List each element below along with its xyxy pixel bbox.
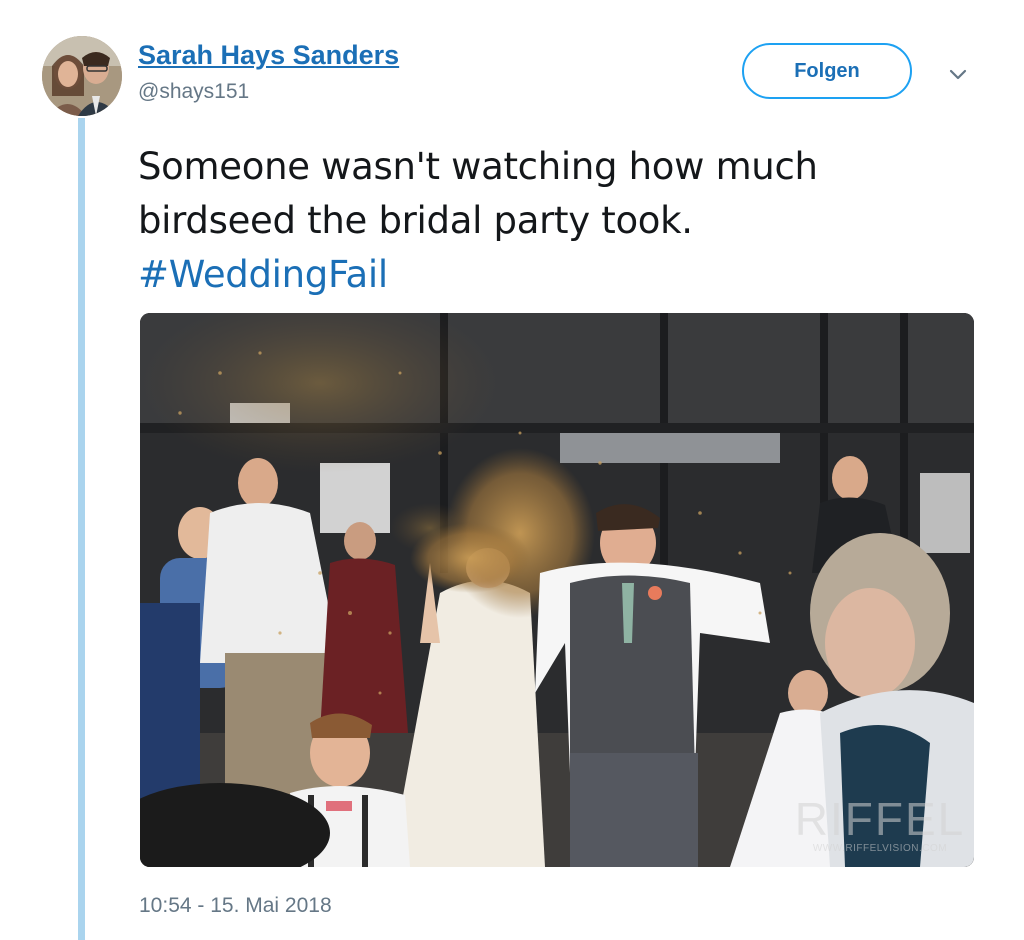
watermark-url: WWW.RIFFELVISION.COM [812,843,948,854]
watermark-logo-text: RIFFEL [794,793,966,845]
author-handle: @shays151 [138,80,250,103]
avatar[interactable] [42,36,122,116]
conversation-thread-line [78,118,85,940]
follow-button[interactable]: Folgen [742,43,912,99]
more-options-button[interactable] [944,60,972,88]
chevron-down-icon [949,69,967,80]
author-name-link[interactable]: Sarah Hays Sanders [138,40,399,71]
follow-button-label: Folgen [794,59,860,82]
hashtag-link[interactable]: #WeddingFail [138,248,388,302]
tweet-photo[interactable]: RIFFEL WWW.RIFFELVISION.COM [140,313,974,867]
tweet-timestamp[interactable]: 10:54 - 15. Mai 2018 [139,894,332,918]
tweet-text: Someone wasn't watching how much birdsee… [138,140,958,302]
tweet-body: Someone wasn't watching how much birdsee… [138,145,818,242]
photo-watermark: RIFFEL WWW.RIFFELVISION.COM [790,795,970,854]
